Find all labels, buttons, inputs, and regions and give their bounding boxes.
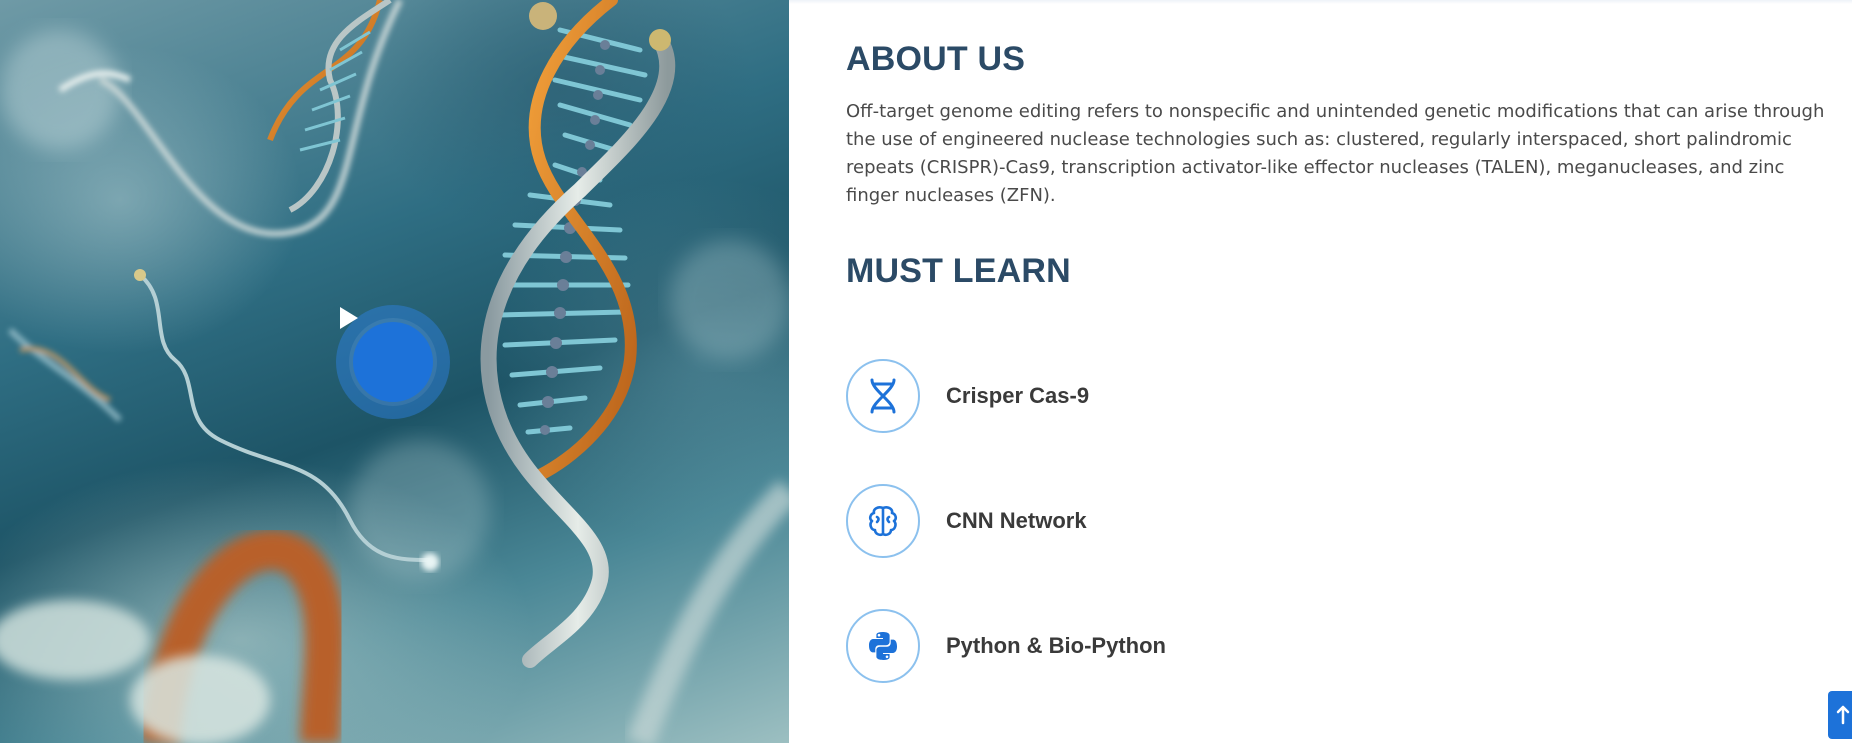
scroll-to-top-button[interactable]: [1828, 691, 1852, 739]
learn-item-label: Python & Bio-Python: [946, 633, 1166, 658]
learn-item-python[interactable]: Python & Bio-Python: [846, 609, 1166, 683]
hero-image: [0, 0, 789, 743]
video-play-button[interactable]: [336, 305, 450, 419]
play-button-circle[interactable]: [340, 307, 433, 402]
arrow-up-icon: [1836, 705, 1850, 725]
must-learn-heading: MUST LEARN: [846, 252, 1071, 290]
brain-icon: [868, 506, 898, 537]
learn-item-cnn[interactable]: CNN Network: [846, 484, 1087, 558]
learn-item-label: Crisper Cas-9: [946, 383, 1090, 408]
top-divider: [789, 0, 1852, 4]
learn-item-crispr[interactable]: Crisper Cas-9: [846, 359, 1089, 433]
learn-item-label: CNN Network: [946, 508, 1087, 533]
dna-icon: [870, 378, 896, 414]
about-description: Off-target genome editing refers to nons…: [846, 101, 1825, 206]
learn-item-icon-circle: [846, 609, 920, 683]
learn-item-icon-circle: [846, 484, 920, 558]
python-icon: [869, 632, 897, 660]
play-icon: [340, 307, 358, 329]
about-heading: ABOUT US: [846, 40, 1026, 78]
learn-item-icon-circle: [846, 359, 920, 433]
